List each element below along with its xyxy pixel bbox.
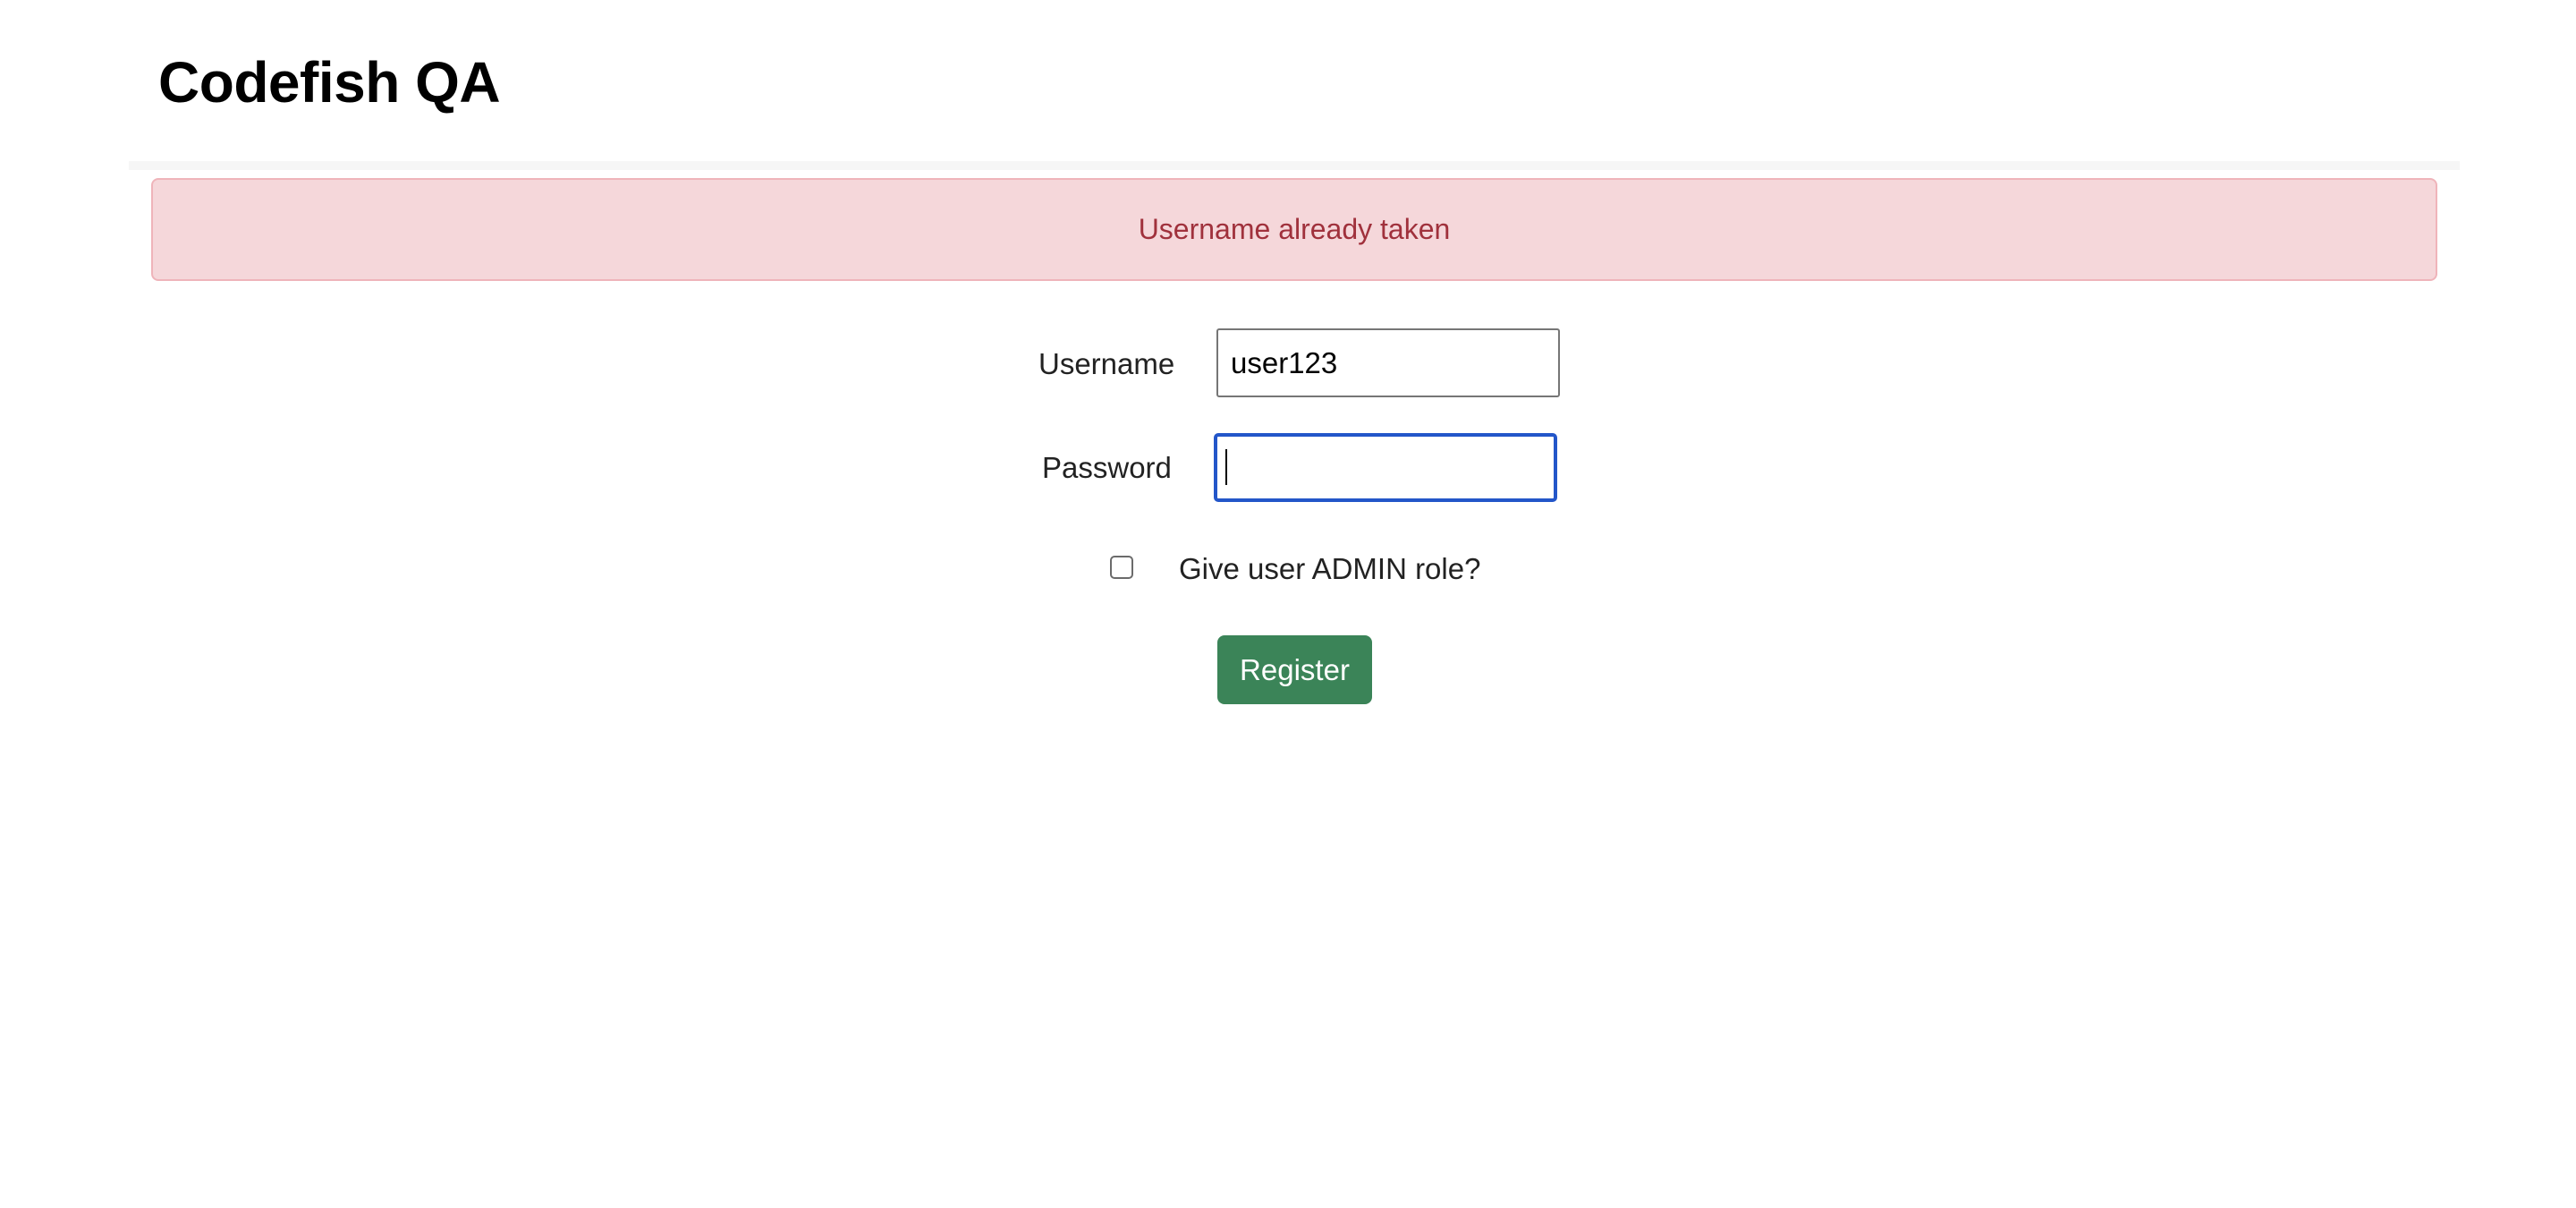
admin-role-label[interactable]: Give user ADMIN role?: [1179, 551, 1480, 587]
password-label: Password: [1042, 451, 1172, 484]
header-divider: [129, 161, 2460, 170]
username-input[interactable]: [1216, 328, 1560, 397]
register-button[interactable]: Register: [1217, 635, 1372, 704]
admin-role-checkbox[interactable]: [1110, 556, 1133, 579]
register-page: Codefish QA Username already taken Usern…: [0, 0, 2576, 1208]
app-title: Codefish QA: [158, 50, 501, 115]
password-input[interactable]: [1214, 433, 1557, 502]
text-caret: [1225, 449, 1227, 485]
username-label: Username: [1038, 347, 1175, 380]
error-alert: Username already taken: [151, 178, 2437, 281]
error-alert-message: Username already taken: [1138, 213, 1451, 245]
